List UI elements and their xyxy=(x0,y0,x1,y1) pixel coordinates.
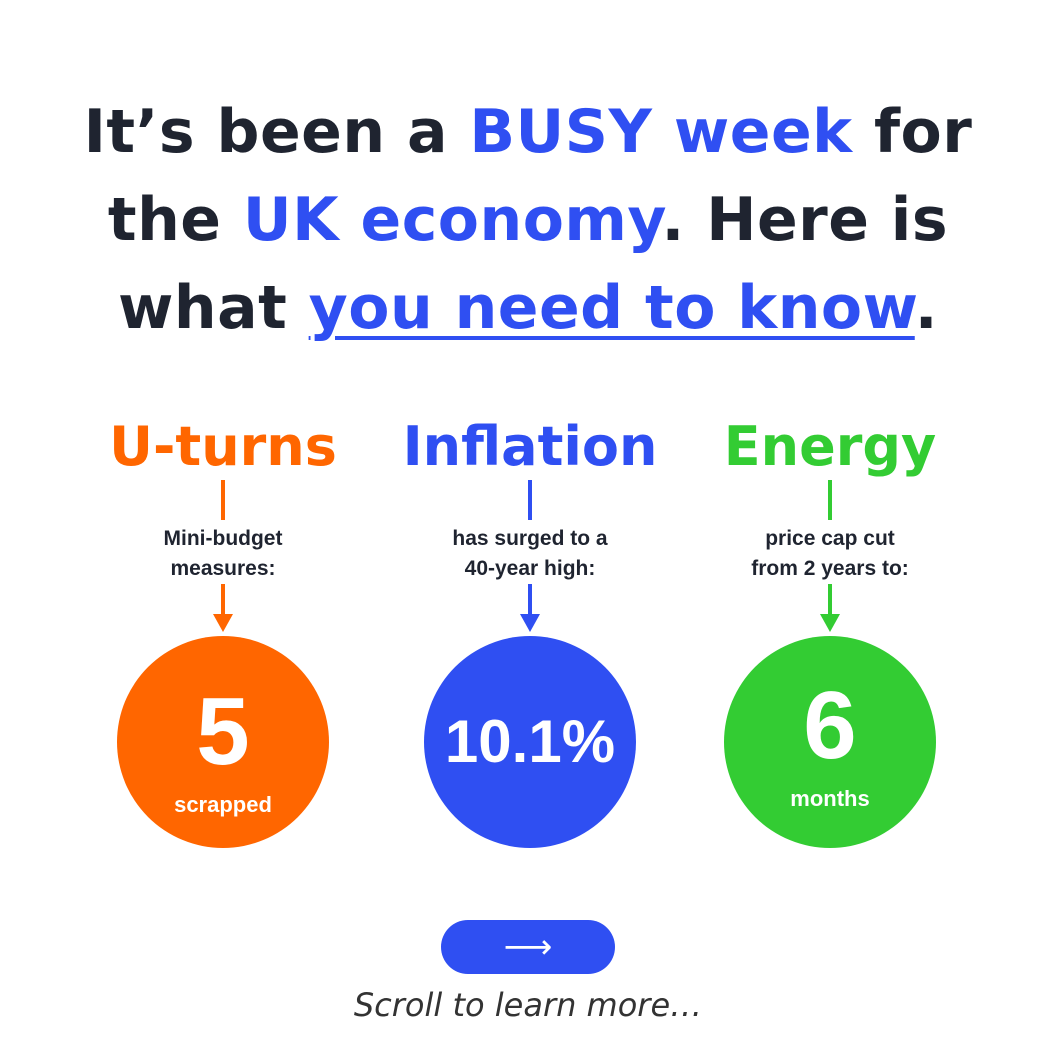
stat-unit: scrapped xyxy=(174,792,272,817)
scroll-hint: Scroll to learn more… xyxy=(353,986,703,1024)
headline-line-2: the UK economy. Here is xyxy=(40,176,1016,264)
stat-circle: 10.1% xyxy=(424,636,636,848)
stat-description-line: 40-year high: xyxy=(464,557,596,580)
connector-line xyxy=(828,480,832,520)
stat-description-line: Mini-budget xyxy=(163,527,283,550)
stat-description: has surged to a 40-year high: xyxy=(365,524,695,584)
headline-text: . Here is xyxy=(661,185,949,255)
stat-description: price cap cut from 2 years to: xyxy=(665,524,995,584)
headline-link-need-to-know[interactable]: you need to know xyxy=(309,273,915,343)
stat-circle: 6 months xyxy=(724,636,936,848)
headline: It’s been a BUSY week for the UK economy… xyxy=(40,88,1016,352)
connector-line xyxy=(221,480,225,520)
stat-title: Energy xyxy=(723,415,937,478)
stat-description-line: from 2 years to: xyxy=(751,557,909,580)
stat-unit: months xyxy=(790,786,870,811)
down-arrow-icon xyxy=(820,584,840,632)
stat-uturns: U-turns Mini-budget measures: 5 scrapped xyxy=(58,412,388,872)
headline-text: for xyxy=(852,97,973,167)
stat-inflation: Inflation has surged to a 40-year high: … xyxy=(365,412,695,872)
stat-value: 10.1% xyxy=(444,708,616,775)
stat-energy: Energy price cap cut from 2 years to: 6 … xyxy=(665,412,995,872)
headline-accent-busy-week: BUSY week xyxy=(469,97,853,167)
down-arrow-icon xyxy=(213,584,233,632)
stat-value: 5 xyxy=(196,678,250,785)
stat-description-line: price cap cut xyxy=(765,527,895,550)
headline-text: . xyxy=(914,273,939,343)
stat-description: Mini-budget measures: xyxy=(58,524,388,584)
stat-description-line: has surged to a xyxy=(452,527,608,550)
next-button[interactable]: ⟶ xyxy=(441,920,615,974)
connector-line xyxy=(528,480,532,520)
stat-circle: 5 scrapped xyxy=(117,636,329,848)
stat-title: Inflation xyxy=(402,415,658,478)
stat-title: U-turns xyxy=(109,415,337,478)
headline-text: what xyxy=(117,273,309,343)
right-arrow-icon: ⟶ xyxy=(503,927,553,967)
headline-text: It’s been a xyxy=(83,97,470,167)
headline-line-3: what you need to know. xyxy=(40,264,1016,352)
headline-line-1: It’s been a BUSY week for xyxy=(40,88,1016,176)
down-arrow-icon xyxy=(520,584,540,632)
headline-accent-uk-economy: UK economy xyxy=(242,185,662,255)
stat-value: 6 xyxy=(803,672,857,779)
stat-description-line: measures: xyxy=(170,557,276,580)
headline-text: the xyxy=(107,185,243,255)
